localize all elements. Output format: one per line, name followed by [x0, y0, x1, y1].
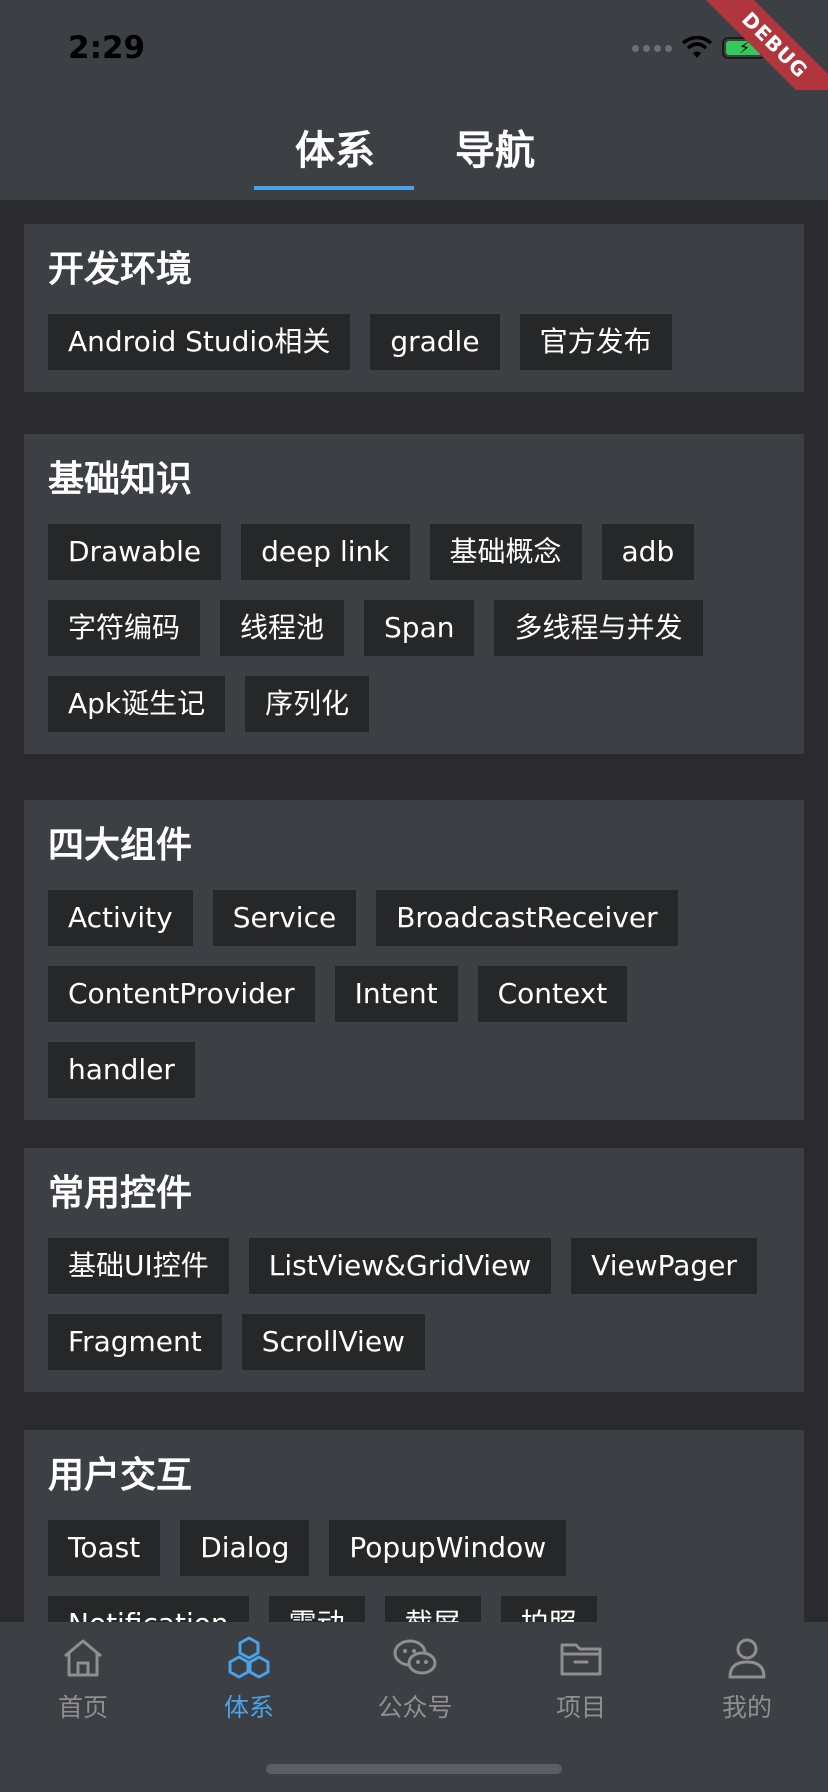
chip[interactable]: 基础概念 — [429, 524, 582, 580]
chip[interactable]: Span — [364, 600, 475, 656]
home-icon — [64, 1639, 102, 1677]
tab-system[interactable]: 体系 — [295, 118, 375, 176]
chip[interactable]: 多线程与并发 — [494, 600, 703, 656]
chip[interactable]: Context — [477, 966, 628, 1022]
section-title: 四大组件 — [48, 825, 193, 866]
chip-group: 基础UI控件 ListView&GridView ViewPager Fragm… — [48, 1238, 780, 1370]
chip[interactable]: Intent — [334, 966, 458, 1022]
chip[interactable]: Activity — [48, 890, 193, 946]
chip[interactable]: 震动 — [268, 1596, 365, 1622]
chip[interactable]: deep link — [241, 524, 410, 580]
section-card[interactable]: 基础知识 Drawable deep link 基础概念 adb 字符编码 线程… — [24, 434, 804, 754]
top-tab-bar: 体系 导航 — [0, 90, 828, 200]
chip[interactable]: 官方发布 — [519, 314, 672, 370]
home-indicator — [266, 1764, 562, 1774]
chip-group: Drawable deep link 基础概念 adb 字符编码 线程池 Spa… — [48, 524, 780, 732]
nav-item-home[interactable]: 首页 — [0, 1634, 166, 1724]
chip[interactable]: Drawable — [48, 524, 222, 580]
battery-icon: ⚡ — [722, 37, 766, 59]
system-icon — [228, 1636, 270, 1679]
cellular-icon — [632, 44, 672, 52]
section-title: 开发环境 — [48, 249, 193, 290]
chip[interactable]: 线程池 — [220, 600, 345, 656]
chip[interactable]: BroadcastReceiver — [376, 890, 678, 946]
nav-item-system[interactable]: 体系 — [166, 1634, 332, 1724]
section-card[interactable]: 开发环境 Android Studio相关 gradle 官方发布 — [24, 224, 804, 392]
chip[interactable]: PopupWindow — [329, 1520, 567, 1576]
nav-item-mine[interactable]: 我的 — [664, 1634, 828, 1724]
chip[interactable]: 拍照 — [500, 1596, 597, 1622]
system-list[interactable]: 开发环境 Android Studio相关 gradle 官方发布 基础知识 D… — [0, 200, 828, 1622]
chip[interactable]: handler — [48, 1042, 195, 1098]
chip[interactable]: Android Studio相关 — [48, 314, 351, 370]
chip-group: Activity Service BroadcastReceiver Conte… — [48, 890, 780, 1098]
section-title: 常用控件 — [48, 1173, 193, 1214]
chip-group: Toast Dialog PopupWindow Notification 震动… — [48, 1520, 780, 1622]
nav-label: 我的 — [721, 1693, 772, 1722]
wechat-icon — [393, 1639, 437, 1675]
nav-item-wechat[interactable]: 公众号 — [332, 1634, 498, 1724]
chip[interactable]: ListView&GridView — [248, 1238, 552, 1294]
status-time: 2:29 — [68, 30, 146, 66]
section-card[interactable]: 用户交互 Toast Dialog PopupWindow Notificati… — [24, 1430, 804, 1622]
chip[interactable]: 基础UI控件 — [48, 1238, 229, 1294]
chip-group: Android Studio相关 gradle 官方发布 — [48, 314, 780, 370]
status-icons: ⚡ — [632, 36, 766, 60]
nav-label: 公众号 — [377, 1693, 453, 1722]
nav-label: 首页 — [57, 1693, 108, 1722]
section-title: 基础知识 — [48, 459, 193, 500]
chip[interactable]: Dialog — [180, 1520, 310, 1576]
chip[interactable]: Notification — [48, 1596, 249, 1622]
nav-item-project[interactable]: 项目 — [498, 1634, 664, 1724]
chip[interactable]: Toast — [48, 1520, 161, 1576]
chip[interactable]: Apk诞生记 — [48, 676, 226, 732]
nav-label: 体系 — [223, 1693, 274, 1722]
nav-label: 项目 — [555, 1693, 606, 1722]
folder-icon — [560, 1643, 602, 1676]
tab-navigation[interactable]: 导航 — [455, 118, 535, 176]
chip[interactable]: 序列化 — [245, 676, 370, 732]
section-card[interactable]: 四大组件 Activity Service BroadcastReceiver … — [24, 800, 804, 1120]
chip[interactable]: 截屏 — [384, 1596, 481, 1622]
chip[interactable]: ViewPager — [571, 1238, 757, 1294]
chip[interactable]: adb — [601, 524, 695, 580]
chip[interactable]: ContentProvider — [48, 966, 315, 1022]
chip[interactable]: Service — [212, 890, 357, 946]
section-card[interactable]: 常用控件 基础UI控件 ListView&GridView ViewPager … — [24, 1148, 804, 1392]
chip[interactable]: gradle — [370, 314, 500, 370]
tab-indicator — [254, 186, 414, 190]
wifi-icon — [682, 36, 712, 58]
chip[interactable]: Fragment — [48, 1314, 222, 1370]
section-title: 用户交互 — [48, 1455, 193, 1496]
status-bar: 2:29 ⚡ — [0, 0, 828, 90]
chip[interactable]: ScrollView — [241, 1314, 425, 1370]
user-icon — [728, 1638, 766, 1679]
chip[interactable]: 字符编码 — [48, 600, 201, 656]
